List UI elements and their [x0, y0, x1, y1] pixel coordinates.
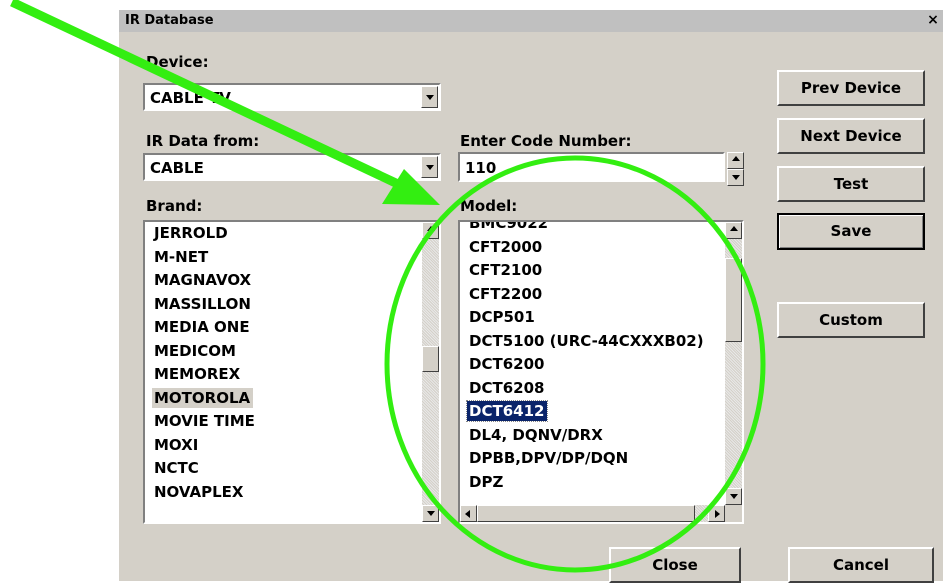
scroll-down-button[interactable]: [725, 488, 742, 505]
list-item[interactable]: NOVAPLEX: [145, 481, 439, 505]
list-item[interactable]: DL4, DQNV/DRX: [460, 424, 742, 448]
scroll-thumb[interactable]: [422, 346, 439, 372]
list-item[interactable]: DPZ: [460, 471, 742, 495]
model-listbox[interactable]: BMC9022 CFT2000 CFT2100 CFT2200 DCP501 D…: [458, 220, 744, 524]
list-item[interactable]: CFT2200: [460, 283, 742, 307]
ir-data-combo[interactable]: CABLE: [143, 153, 441, 181]
list-item[interactable]: DCT6208: [460, 377, 742, 401]
list-item[interactable]: BMC9022: [460, 222, 742, 236]
chevron-down-icon: [427, 511, 435, 516]
list-item[interactable]: MEMOREX: [145, 363, 439, 387]
ir-database-dialog: IR Database × Device: CABLE TV IR Data f…: [119, 10, 943, 583]
brand-vertical-scrollbar[interactable]: [422, 222, 439, 522]
scroll-up-button[interactable]: [725, 222, 742, 239]
scroll-up-button[interactable]: [422, 222, 439, 239]
list-item[interactable]: DPBB,DPV/DP/DQN: [460, 447, 742, 471]
chevron-right-icon: [715, 510, 720, 518]
device-value: CABLE TV: [150, 89, 231, 107]
scroll-down-button[interactable]: [422, 505, 439, 522]
list-item[interactable]: DCP501: [460, 306, 742, 330]
ir-data-value: CABLE: [150, 159, 204, 177]
list-item-selected[interactable]: DCT6412: [460, 400, 742, 424]
horizontal-scroll-thumb[interactable]: [477, 505, 695, 522]
cancel-button[interactable]: Cancel: [788, 547, 934, 583]
close-button[interactable]: Close: [609, 547, 741, 583]
device-label: Device:: [146, 53, 209, 71]
chevron-up-icon: [732, 156, 740, 161]
chevron-left-icon: [465, 510, 470, 518]
scroll-thumb[interactable]: [725, 258, 742, 342]
title-bar[interactable]: IR Database ×: [119, 10, 943, 32]
list-item[interactable]: MEDICOM: [145, 340, 439, 364]
code-number-spinner[interactable]: [727, 152, 744, 186]
device-dropdown-button[interactable]: [421, 86, 438, 108]
custom-button[interactable]: Custom: [777, 302, 925, 338]
spin-down-button[interactable]: [727, 169, 744, 186]
code-number-label: Enter Code Number:: [460, 132, 632, 150]
ir-data-dropdown-button[interactable]: [421, 156, 438, 178]
scroll-left-button[interactable]: [460, 505, 477, 522]
chevron-down-icon: [730, 494, 738, 499]
list-item-selected[interactable]: MOTOROLA: [145, 387, 439, 411]
list-item[interactable]: CFT2100: [460, 259, 742, 283]
list-item[interactable]: NCTC: [145, 457, 439, 481]
test-button[interactable]: Test: [777, 166, 925, 202]
list-item[interactable]: MOXI: [145, 434, 439, 458]
scroll-corner: [725, 505, 742, 522]
model-horizontal-scrollbar[interactable]: [460, 505, 725, 522]
device-combo[interactable]: CABLE TV: [143, 83, 441, 111]
code-number-input[interactable]: 110: [458, 152, 725, 182]
window-title: IR Database: [125, 13, 214, 28]
list-item[interactable]: MASSILLON: [145, 293, 439, 317]
chevron-down-icon: [426, 165, 434, 170]
model-list-items: BMC9022 CFT2000 CFT2100 CFT2200 DCP501 D…: [460, 222, 742, 495]
list-item[interactable]: MOVIE TIME: [145, 410, 439, 434]
brand-list-items: JERROLD M-NET MAGNAVOX MASSILLON MEDIA O…: [145, 222, 439, 504]
list-item[interactable]: JERROLD: [145, 222, 439, 246]
scroll-right-button[interactable]: [708, 505, 725, 522]
chevron-down-icon: [426, 95, 434, 100]
chevron-up-icon: [730, 226, 738, 231]
next-device-button[interactable]: Next Device: [777, 118, 925, 154]
prev-device-button[interactable]: Prev Device: [777, 70, 925, 106]
list-item[interactable]: DCT5100 (URC-44CXXXB02): [460, 330, 742, 354]
chevron-up-icon: [427, 226, 435, 231]
ir-data-label: IR Data from:: [146, 132, 260, 150]
save-button[interactable]: Save: [777, 213, 925, 250]
chevron-down-icon: [732, 175, 740, 180]
model-vertical-scrollbar[interactable]: [725, 222, 742, 505]
list-item[interactable]: CFT2000: [460, 236, 742, 260]
list-item[interactable]: M-NET: [145, 246, 439, 270]
brand-listbox[interactable]: JERROLD M-NET MAGNAVOX MASSILLON MEDIA O…: [143, 220, 441, 524]
list-item[interactable]: DCT6200: [460, 353, 742, 377]
list-item[interactable]: MAGNAVOX: [145, 269, 439, 293]
list-item[interactable]: MEDIA ONE: [145, 316, 439, 340]
brand-label: Brand:: [146, 197, 203, 215]
spin-up-button[interactable]: [727, 152, 744, 169]
model-label: Model:: [460, 197, 518, 215]
code-number-value: 110: [465, 159, 497, 177]
close-window-icon[interactable]: ×: [925, 12, 941, 28]
